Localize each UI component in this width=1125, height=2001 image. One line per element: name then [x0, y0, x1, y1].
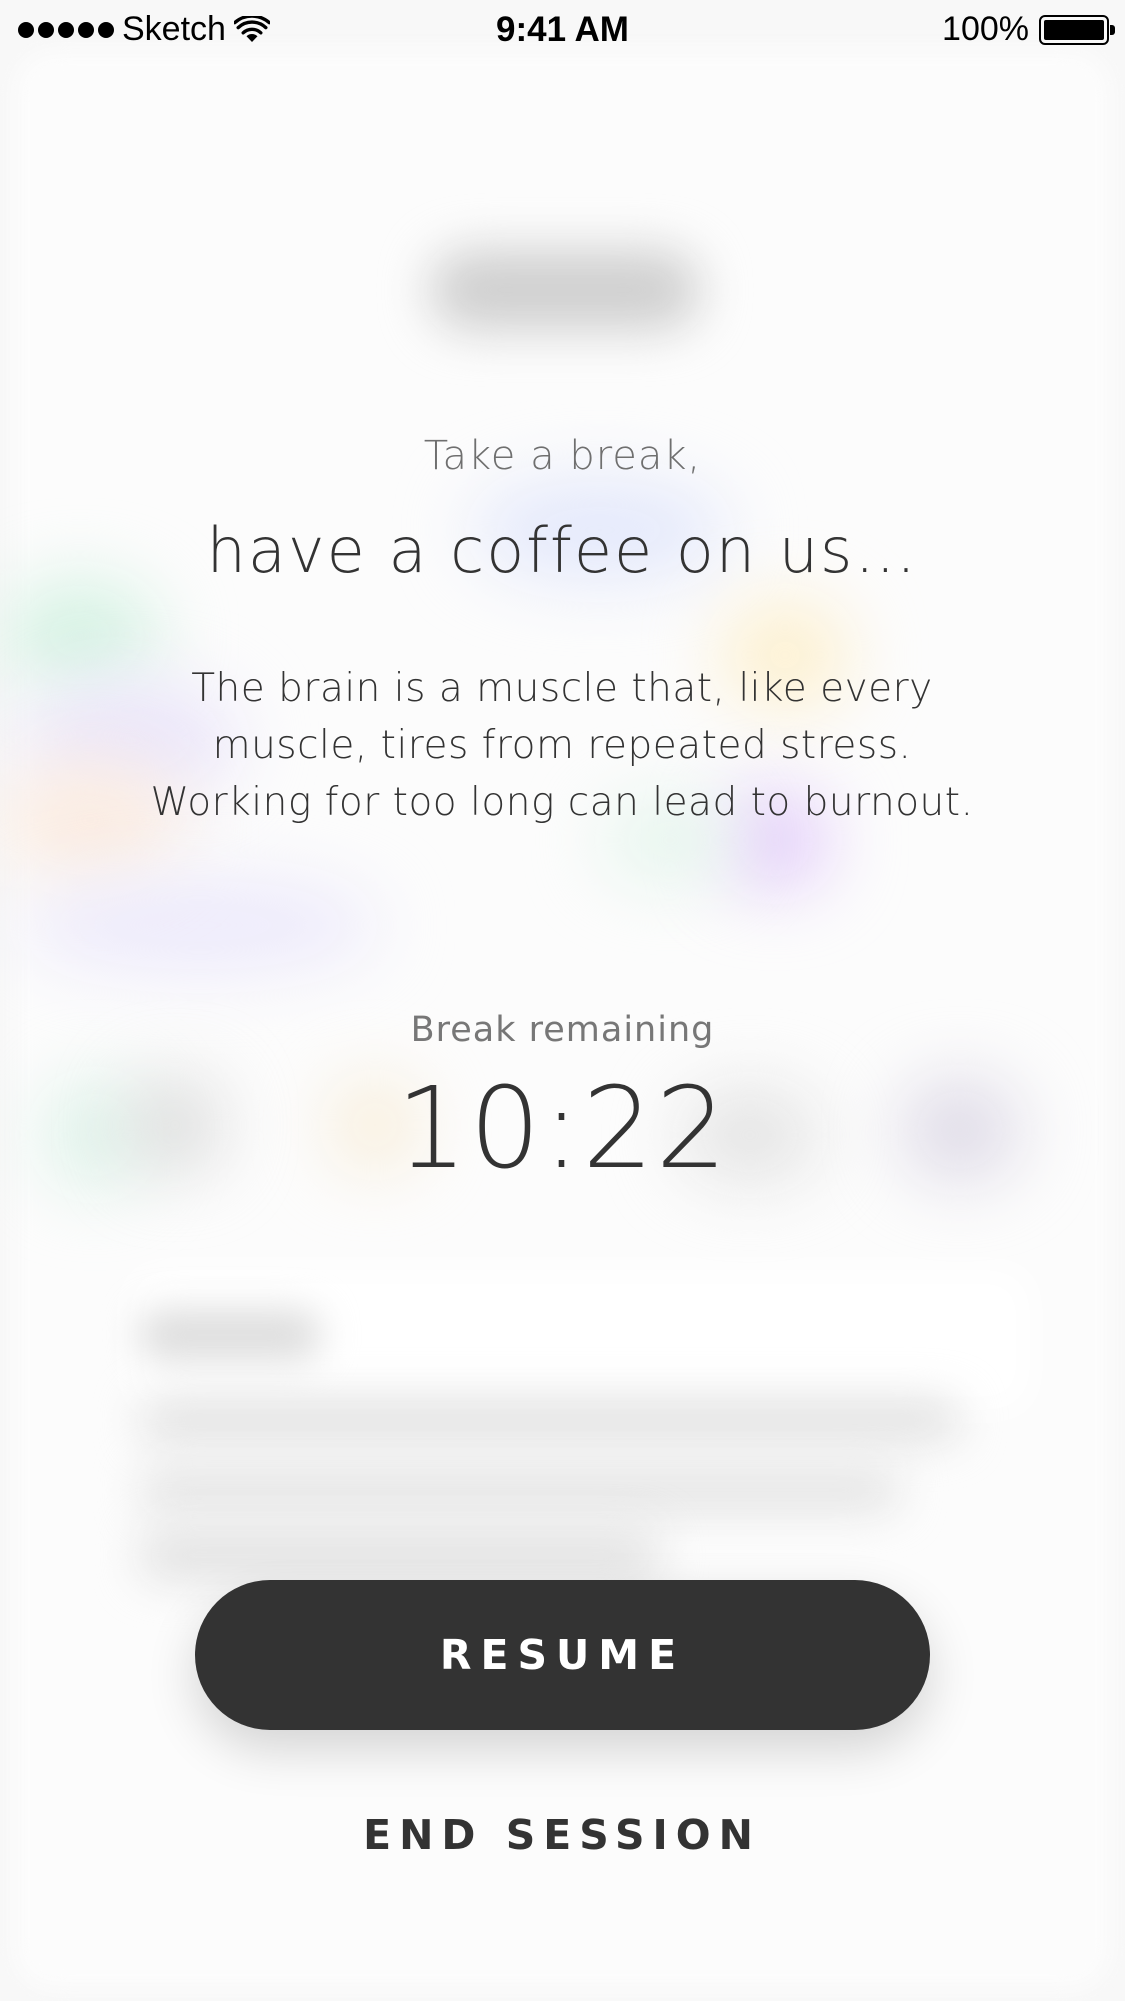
description-line: Working for too long can lead to burnout… [150, 780, 974, 825]
break-screen: Sketch 9:41 AM 100% Take a break, have a… [0, 0, 1125, 2001]
blurred-text [140, 1470, 900, 1510]
break-remaining-label: Break remaining [410, 1010, 715, 1050]
blurred-text [140, 1400, 960, 1440]
blurred-blob [20, 880, 380, 970]
description-line: muscle, tires from repeated stress. [212, 723, 912, 768]
status-bar: Sketch 9:41 AM 100% [0, 0, 1125, 62]
blurred-text [140, 1310, 320, 1360]
battery-icon [1039, 14, 1115, 45]
break-timer: 10:22 [396, 1064, 729, 1194]
resume-button[interactable]: RESUME [195, 1580, 930, 1730]
status-bar-right: 100% [942, 10, 1115, 49]
battery-level [1044, 19, 1104, 40]
break-subtitle: Take a break, [423, 433, 702, 479]
break-heading: have a coffee on us… [206, 514, 919, 587]
description-line: The brain is a muscle that, like every [191, 666, 933, 711]
battery-percentage: 100% [942, 10, 1029, 48]
blurred-title [430, 250, 700, 330]
break-description: The brain is a muscle that, like every m… [112, 660, 1012, 831]
blurred-text [140, 1530, 660, 1580]
end-session-button[interactable]: END SESSION [262, 1800, 862, 1870]
